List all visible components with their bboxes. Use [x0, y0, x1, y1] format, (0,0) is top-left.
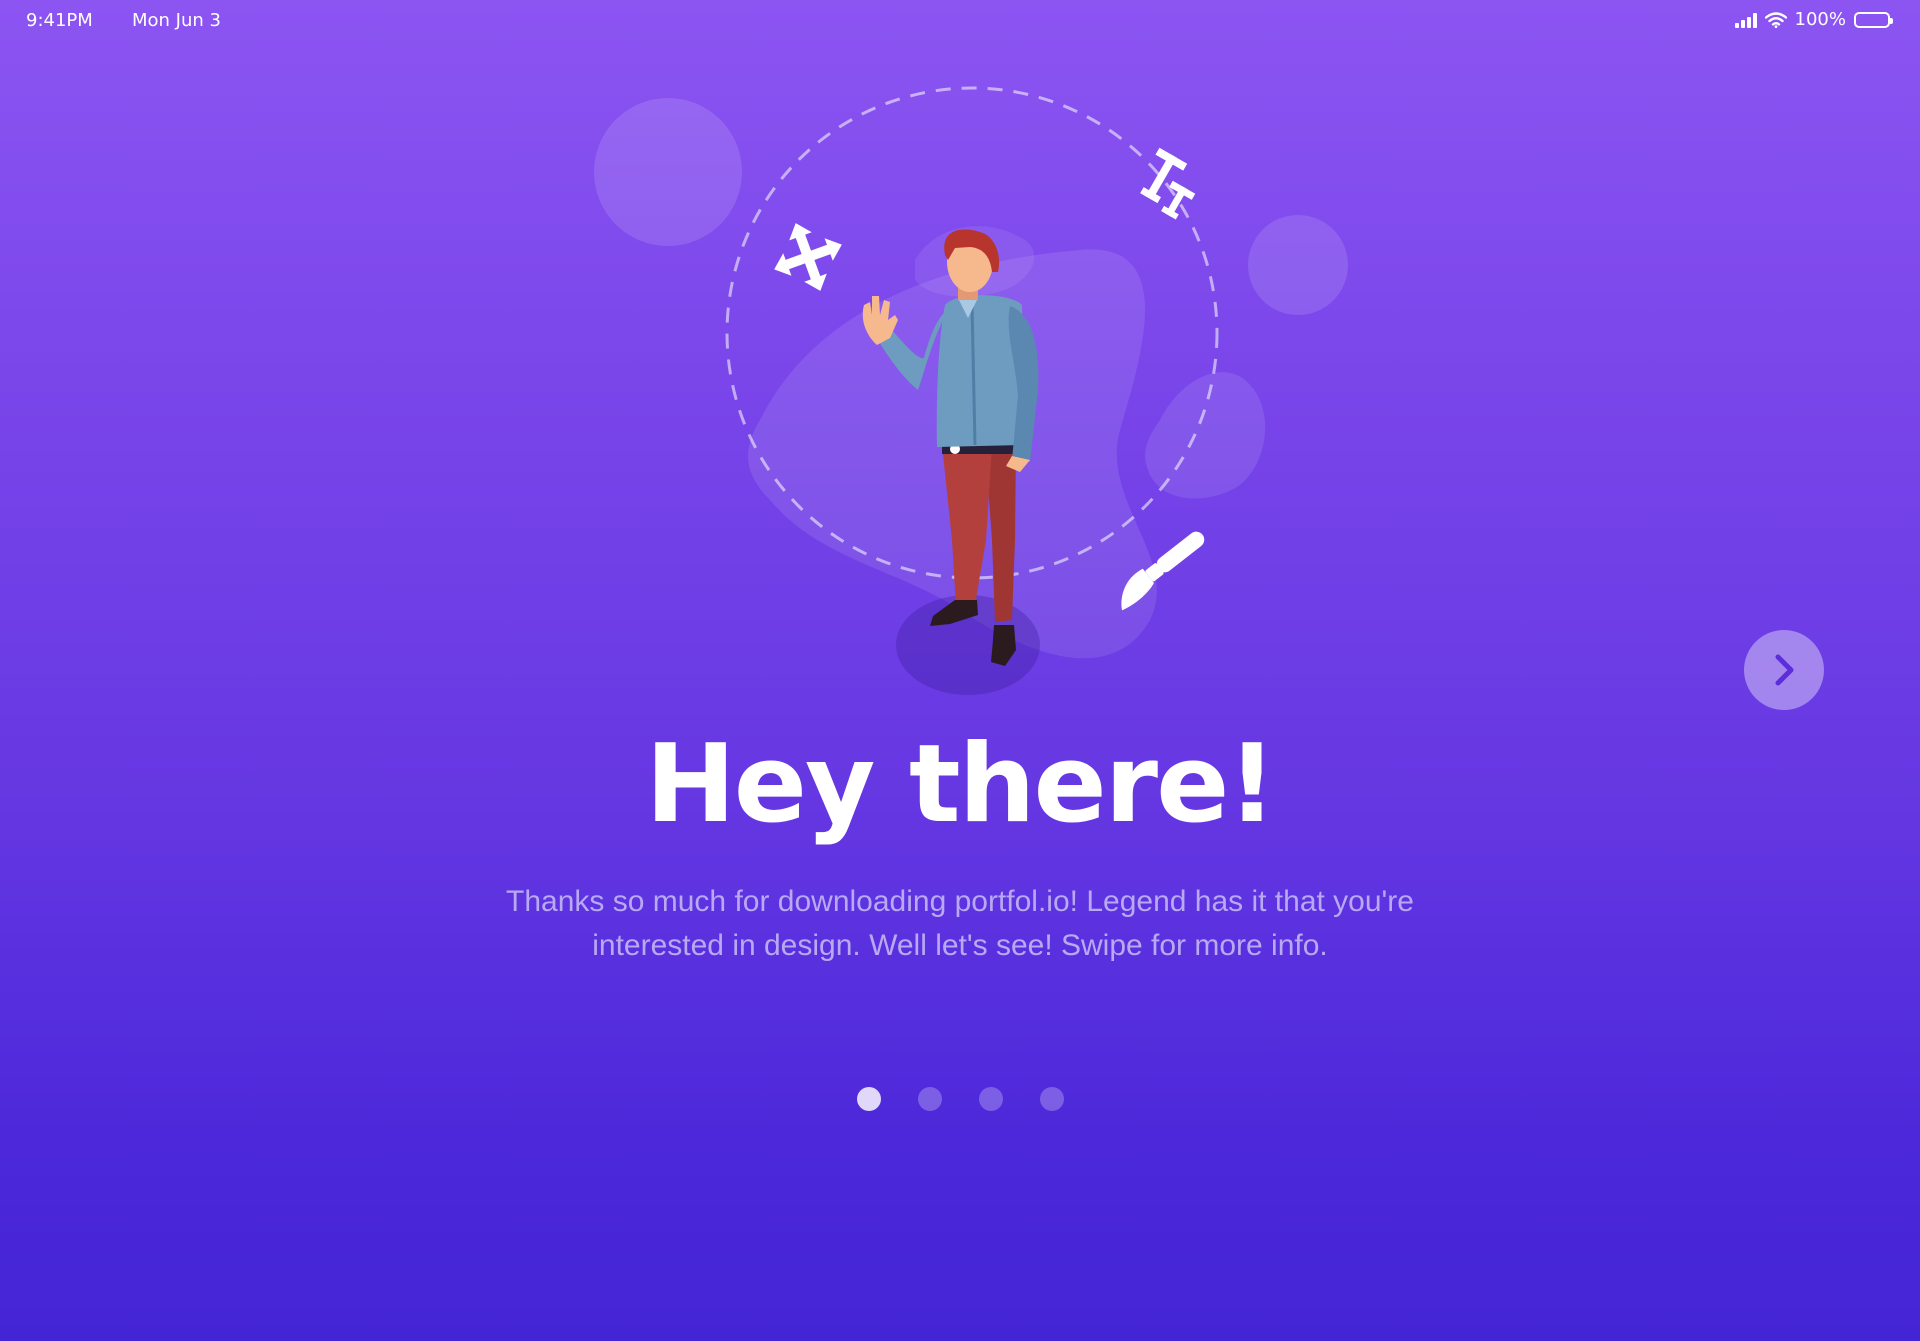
decor-blob-right: [1145, 372, 1266, 499]
text-size-icon: [1140, 147, 1196, 220]
page-title: Hey there!: [645, 722, 1276, 847]
pager-dot[interactable]: [917, 1087, 942, 1111]
chevron-right-icon: [1775, 654, 1794, 686]
page-subtitle: Thanks so much for downloading portfol.i…: [506, 885, 1414, 962]
decor-bubble-small: [1248, 215, 1348, 315]
pager-dot[interactable]: [1039, 1087, 1064, 1111]
decor-bubble-large: [594, 98, 742, 246]
next-button[interactable]: [1744, 630, 1824, 710]
move-arrows-icon: [774, 223, 842, 291]
onboarding-illustration: [594, 86, 1348, 695]
pager-dot[interactable]: [978, 1087, 1003, 1111]
page-indicator: [0, 1087, 1920, 1111]
pager-dot[interactable]: [856, 1087, 881, 1111]
